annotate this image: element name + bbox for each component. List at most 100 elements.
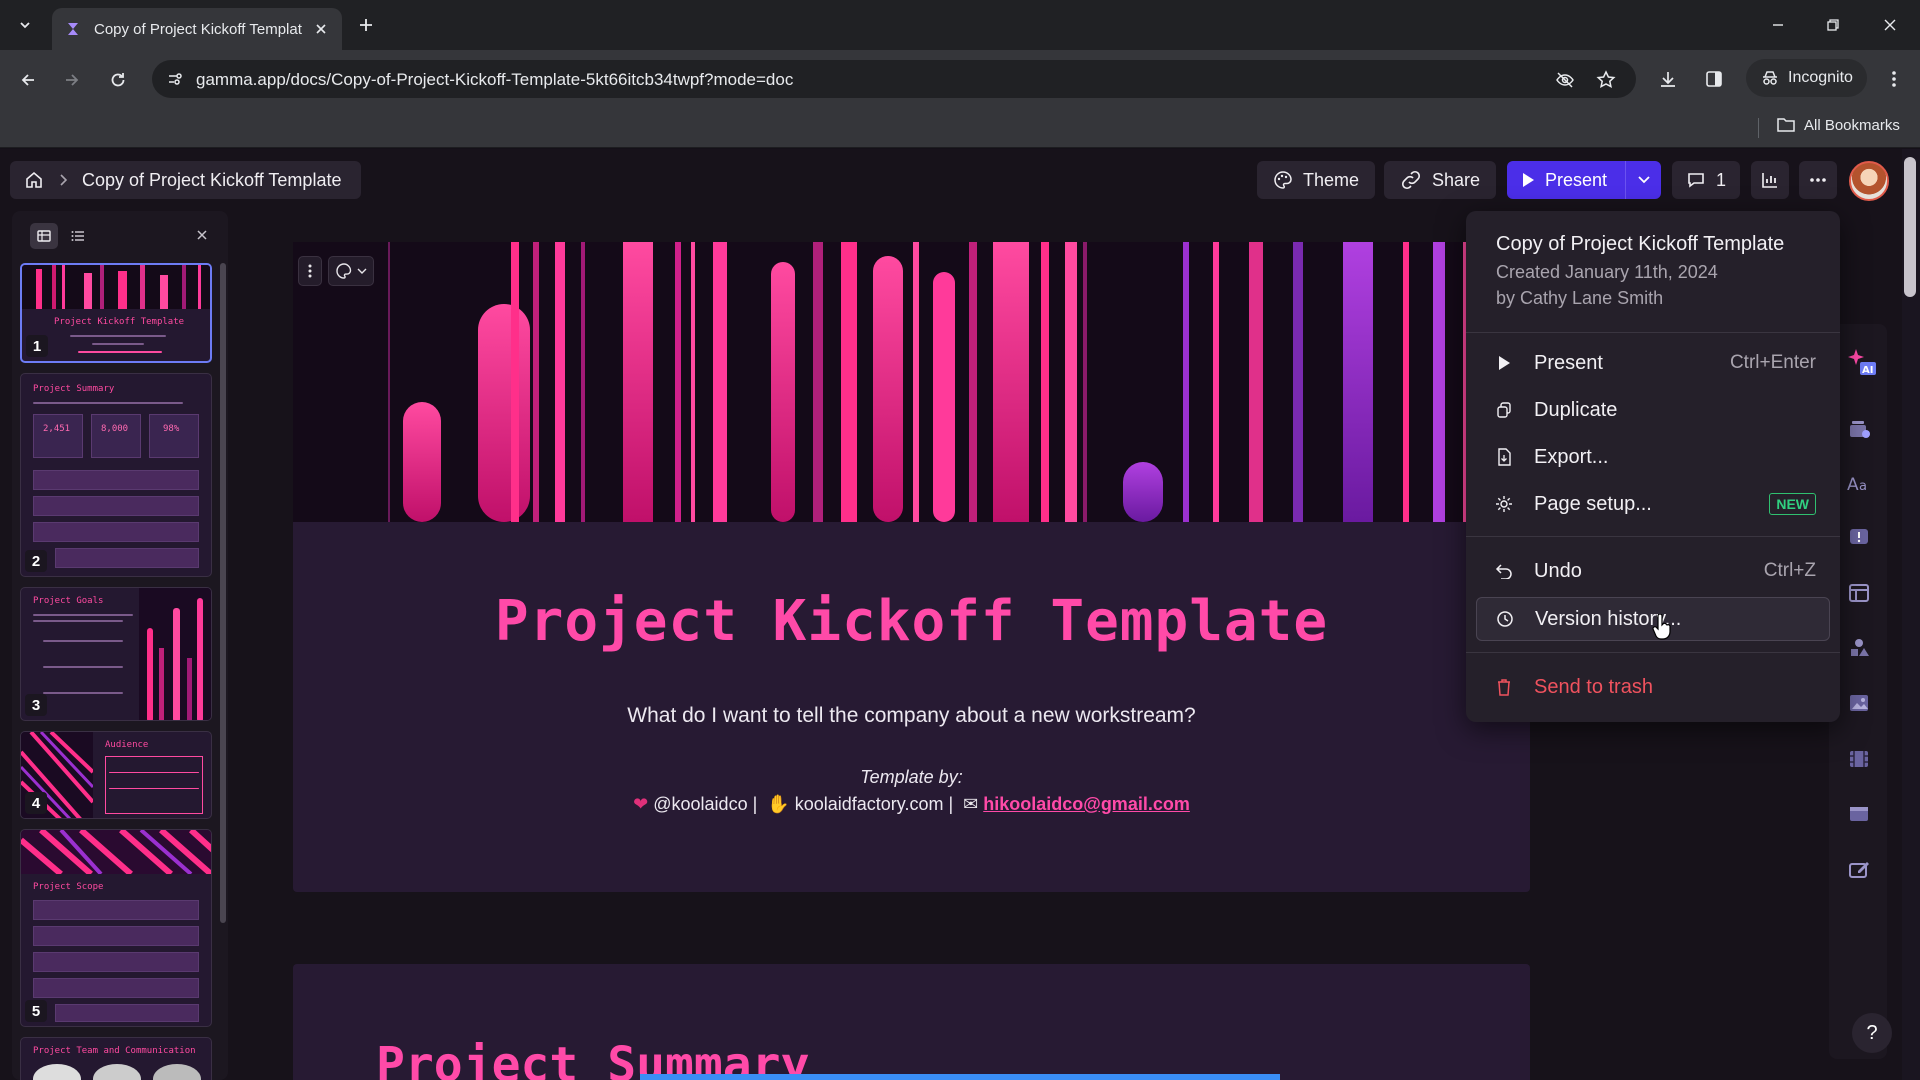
card-style-button[interactable] bbox=[328, 256, 374, 286]
sidebar-scrollbar[interactable] bbox=[220, 263, 226, 923]
restore-button[interactable] bbox=[1819, 12, 1847, 38]
browser-tab[interactable]: Copy of Project Kickoff Templat bbox=[52, 8, 342, 50]
ai-sparkle-icon: AI bbox=[1848, 349, 1876, 376]
thumbnail-row bbox=[33, 900, 199, 920]
thumbnail-text-line bbox=[109, 788, 199, 789]
menu-item-duplicate[interactable]: Duplicate bbox=[1476, 388, 1830, 432]
text-styles-button[interactable]: Aa bbox=[1845, 470, 1873, 498]
grid-view-button[interactable] bbox=[30, 223, 58, 249]
reload-button[interactable] bbox=[104, 66, 132, 94]
shapes-button[interactable] bbox=[1845, 634, 1873, 662]
avatar[interactable] bbox=[1849, 161, 1889, 201]
comments-button[interactable]: 1 bbox=[1672, 161, 1741, 199]
doc-options-menu: Copy of Project Kickoff Template Created… bbox=[1466, 211, 1840, 722]
menu-item-label: Undo bbox=[1534, 559, 1582, 582]
side-panel-button[interactable] bbox=[1700, 65, 1728, 93]
menu-item-page-setup[interactable]: Page setup... NEW bbox=[1476, 482, 1830, 526]
slide-number: 2 bbox=[25, 550, 47, 572]
downloads-button[interactable] bbox=[1654, 65, 1682, 93]
minimize-button[interactable] bbox=[1764, 12, 1792, 38]
thumbnail-text-line bbox=[92, 343, 144, 345]
grid-view-icon bbox=[37, 230, 51, 242]
chevron-down-icon bbox=[1637, 176, 1650, 184]
ai-assistant-button[interactable]: AI bbox=[1841, 342, 1881, 382]
menu-item-present[interactable]: Present Ctrl+Enter bbox=[1476, 341, 1830, 385]
bookmark-star-button[interactable] bbox=[1595, 69, 1617, 91]
ellipsis-icon bbox=[1810, 178, 1826, 182]
form-button[interactable] bbox=[1845, 855, 1873, 883]
incognito-icon bbox=[1763, 71, 1777, 85]
tracking-protection-button[interactable] bbox=[1554, 69, 1576, 91]
slide-thumbnail-4[interactable]: Audience 4 bbox=[20, 731, 212, 819]
arrow-left-icon bbox=[21, 74, 34, 86]
list-view-button[interactable] bbox=[64, 223, 92, 249]
new-tab-button[interactable] bbox=[354, 13, 378, 37]
breadcrumb-title[interactable]: Copy of Project Kickoff Template bbox=[82, 170, 341, 191]
thumbnail-title: Audience bbox=[105, 740, 149, 750]
present-button[interactable]: Present bbox=[1507, 161, 1625, 199]
address-bar[interactable]: gamma.app/docs/Copy-of-Project-Kickoff-T… bbox=[152, 60, 1636, 98]
layout-button[interactable] bbox=[1845, 579, 1873, 607]
browser-menu-button[interactable] bbox=[1880, 65, 1908, 93]
breadcrumb: Copy of Project Kickoff Template bbox=[10, 161, 362, 199]
side-panel-icon bbox=[1706, 71, 1722, 87]
thumbnail-text-line bbox=[70, 335, 166, 337]
video-button[interactable] bbox=[1845, 745, 1873, 773]
slide-thumbnail-6[interactable]: Project Team and Communication bbox=[20, 1037, 212, 1080]
menu-item-label: Send to trash bbox=[1534, 675, 1653, 698]
image-button[interactable] bbox=[1845, 689, 1873, 717]
template-by-label[interactable]: Template by: bbox=[293, 767, 1530, 788]
menu-divider bbox=[1466, 332, 1840, 333]
email-link[interactable]: hikoolaidco@gmail.com bbox=[983, 794, 1190, 814]
present-options-button[interactable] bbox=[1625, 161, 1661, 199]
menu-item-undo[interactable]: Undo Ctrl+Z bbox=[1476, 549, 1830, 593]
wave-icon: ✋ bbox=[767, 794, 790, 814]
callout-button[interactable] bbox=[1845, 524, 1873, 552]
analytics-button[interactable] bbox=[1751, 161, 1789, 199]
incognito-indicator[interactable]: Incognito bbox=[1746, 59, 1867, 97]
share-label: Share bbox=[1432, 169, 1481, 190]
bookmarks-bar: All Bookmarks bbox=[0, 108, 1920, 148]
thumbnail-row bbox=[55, 1004, 199, 1022]
all-bookmarks-button[interactable]: All Bookmarks bbox=[1776, 116, 1900, 134]
thumbnail-row bbox=[33, 522, 199, 542]
bookmarks-separator bbox=[1758, 118, 1759, 138]
thumbnail-text-line bbox=[43, 692, 123, 694]
window-close-button[interactable] bbox=[1876, 12, 1904, 38]
doc-title[interactable]: Project Kickoff Template bbox=[293, 589, 1530, 654]
kebab-menu-icon bbox=[1892, 71, 1896, 87]
page-scrollbar-thumb[interactable] bbox=[1904, 157, 1916, 297]
thumbnail-title: Project Kickoff Template bbox=[54, 317, 185, 327]
tab-search-button[interactable] bbox=[12, 12, 38, 38]
contact-line[interactable]: ❤ @koolaidco | ✋ koolaidfactory.com | ✉ … bbox=[293, 794, 1530, 815]
thumbnail-row bbox=[33, 926, 199, 946]
share-button[interactable]: Share bbox=[1384, 161, 1497, 199]
close-sidebar-button[interactable] bbox=[192, 225, 212, 245]
embed-button[interactable] bbox=[1845, 800, 1873, 828]
thumbnail-photo bbox=[153, 1064, 201, 1080]
menu-item-label: Present bbox=[1534, 351, 1603, 374]
home-icon[interactable] bbox=[24, 170, 44, 190]
doc-subtitle[interactable]: What do I want to tell the company about… bbox=[293, 704, 1530, 728]
card-menu-button[interactable] bbox=[298, 256, 322, 286]
menu-item-shortcut: Ctrl+Enter bbox=[1729, 352, 1816, 373]
slide-thumbnail-3[interactable]: Project Goals 3 bbox=[20, 587, 212, 721]
question-icon: ? bbox=[1866, 1021, 1878, 1044]
forward-button[interactable] bbox=[58, 66, 86, 94]
site-info-icon[interactable] bbox=[166, 70, 184, 88]
slide-thumbnail-5[interactable]: Project Scope 5 bbox=[20, 829, 212, 1027]
thumbnail-stat: 8,000 bbox=[101, 424, 129, 434]
more-options-button[interactable] bbox=[1799, 161, 1837, 199]
film-icon bbox=[1850, 751, 1868, 767]
text-icon: Aa bbox=[1847, 475, 1867, 495]
help-button[interactable]: ? bbox=[1852, 1013, 1892, 1053]
menu-item-send-to-trash[interactable]: Send to trash bbox=[1476, 665, 1830, 709]
menu-item-export[interactable]: Export... bbox=[1476, 435, 1830, 479]
browser-tab-bar: Copy of Project Kickoff Templat bbox=[0, 0, 1920, 50]
back-button[interactable] bbox=[14, 66, 42, 94]
add-card-button[interactable] bbox=[1845, 415, 1873, 443]
slide-thumbnail-1[interactable]: Project Kickoff Template 1 bbox=[20, 263, 212, 363]
slide-thumbnail-2[interactable]: Project Summary 2,451 8,000 98% 2 bbox=[20, 373, 212, 577]
theme-button[interactable]: Theme bbox=[1257, 161, 1376, 199]
tab-close-button[interactable] bbox=[312, 20, 330, 38]
